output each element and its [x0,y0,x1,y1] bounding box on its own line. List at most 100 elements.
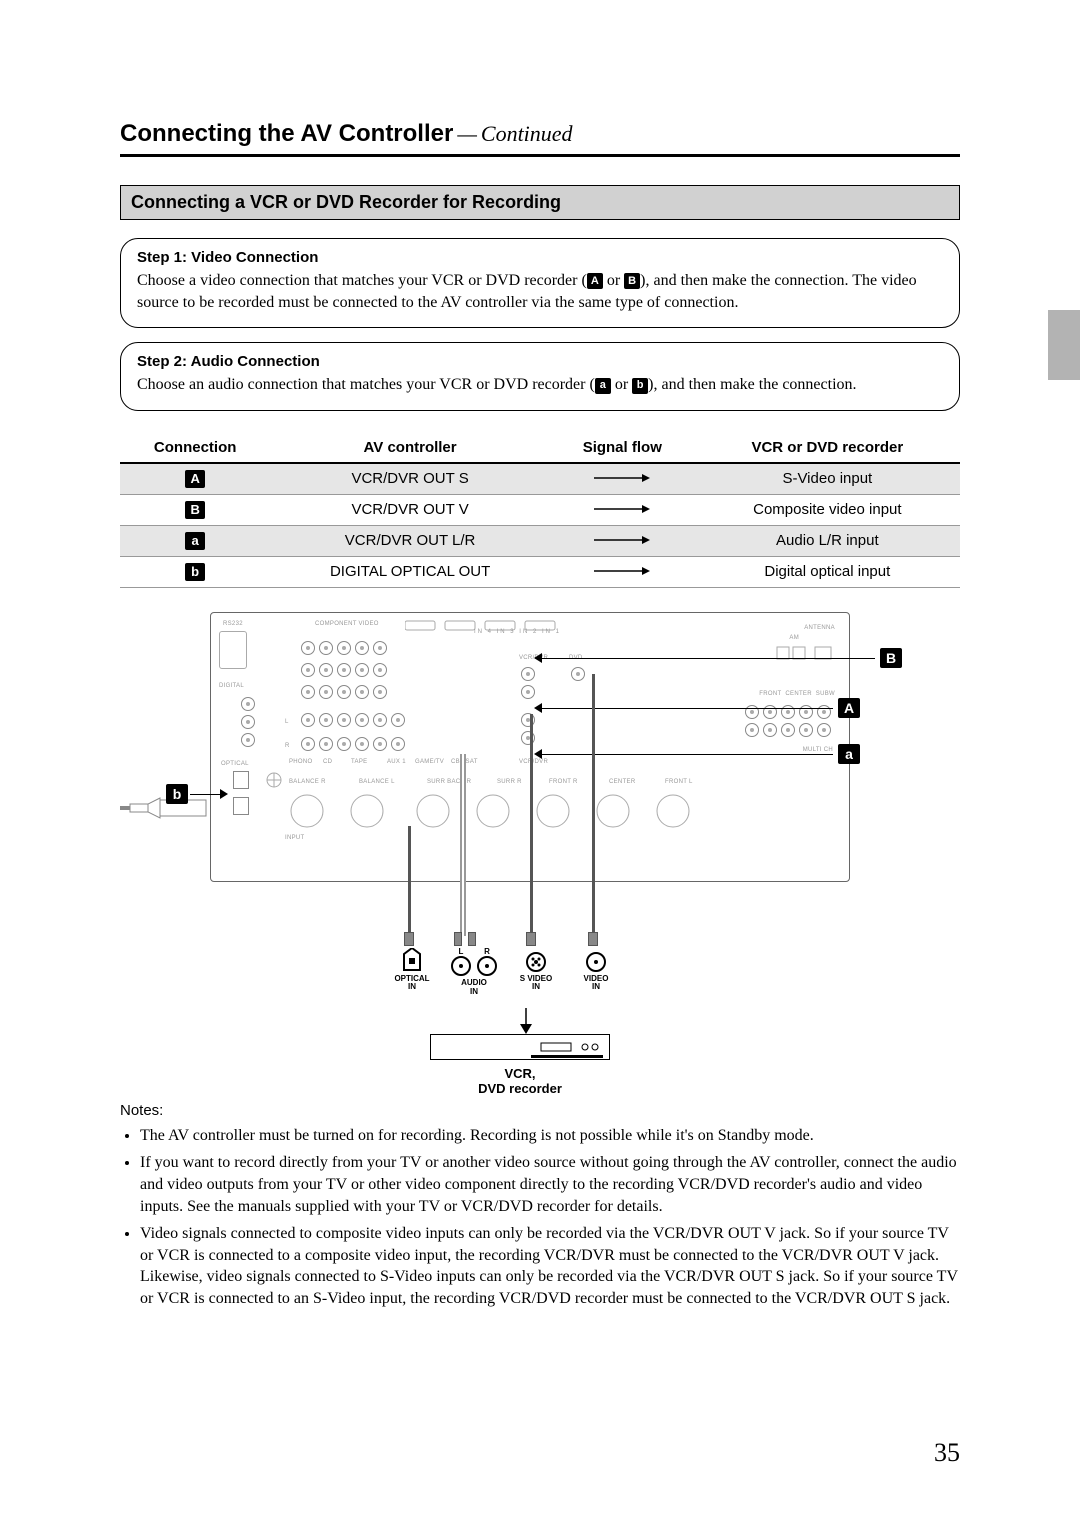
label-balance-r: BALANCE R [289,779,326,785]
label-video-in: VIDEO IN [576,975,616,992]
label-am: AM [789,635,799,641]
optical-in-icon [402,948,422,972]
label-digital: DIGITAL [219,683,244,689]
label-phono: PHONO [289,759,313,765]
step-2-heading: Step 2: Audio Connection [137,353,943,370]
antenna-ports [775,645,835,668]
badge-A-icon: A [587,273,603,289]
title-rule [120,154,960,157]
notes-list: The AV controller must be turned on for … [120,1125,960,1310]
vcrdvr-audio-jacks [519,711,537,747]
plug-video [588,932,598,946]
step2-pre: Choose an audio connection that matches … [137,376,595,393]
callout-A-icon: A [838,698,860,718]
label-rs232: RS232 [223,621,243,627]
step1-pre: Choose a video connection that matches y… [137,272,587,289]
row-badge: a [185,532,205,550]
label-input: INPUT [285,835,305,841]
row-rec: Composite video input [695,494,960,525]
component-row-1 [299,639,389,657]
col-connection: Connection [120,433,270,463]
label-antenna: ANTENNA [804,625,835,631]
label-vcrdvr-2: VCR/DVR [519,759,548,765]
plug-optical [404,932,414,946]
recorder-box [430,1034,610,1060]
label-optical-in: OPTICAL IN [390,975,434,992]
cable-svideo [530,714,533,936]
optical-jack [233,771,249,789]
table-header-row: Connection AV controller Signal flow VCR… [120,433,960,463]
row-avc: VCR/DVR OUT S [270,463,550,495]
list-item: Video signals connected to composite vid… [140,1223,960,1309]
video-in-icon [586,952,606,972]
label-L: L [451,948,471,956]
label-front-l: FRONT L [665,779,693,785]
badge-B-icon: B [624,273,640,289]
vcrdvr-jacks [519,665,537,701]
title-sep: — [457,121,477,147]
rs232-port [219,631,247,669]
page-number: 35 [934,1438,960,1468]
table-row: B VCR/DVR OUT V Composite video input [120,494,960,525]
list-item: The AV controller must be turned on for … [140,1125,960,1147]
ground-icon [265,771,283,794]
title-italic: Continued [481,121,573,147]
connection-diagram: RS232 COMPONENT VIDEO IN 4 IN 3 IN 2 IN … [120,604,930,1084]
label-center-2: CENTER [609,779,635,785]
signal-arrow-icon [550,556,695,587]
label-tape: TAPE [351,759,367,765]
component-row-2 [299,661,389,679]
badge-a-icon: a [595,378,611,394]
xlr-row [285,791,805,836]
label-L: L [285,719,289,725]
table-row: a VCR/DVR OUT L/R Audio L/R input [120,525,960,556]
label-R: R [285,743,290,749]
notes-heading: Notes: [120,1102,960,1119]
optical-out-jack [233,797,249,815]
component-row-3 [299,683,389,701]
step2-mid: or [611,376,632,393]
step1-mid: or [603,272,624,289]
callout-b-icon: b [166,784,188,804]
step2-post: ), and then make the connection. [648,376,856,393]
audio-in-R-icon [477,956,497,976]
plug-audio-l [454,932,462,946]
label-multi: MULTI CH [803,747,833,753]
svideo-in-icon [526,952,546,972]
row-badge: b [185,563,205,581]
audio-row-R [299,735,407,753]
step-1-box: Step 1: Video Connection Choose a video … [120,238,960,328]
label-surr-r: SURR R [497,779,522,785]
signal-arrow-icon [550,525,695,556]
label-hdmi-in: IN 4 IN 3 IN 2 IN 1 [474,629,561,635]
page-title: Connecting the AV Controller — Continued [120,120,960,148]
digital-jacks [239,695,257,749]
section-heading: Connecting a VCR or DVD Recorder for Rec… [120,185,960,220]
label-balance-l: BALANCE L [359,779,395,785]
row-rec: Audio L/R input [695,525,960,556]
cable-optical [408,826,411,936]
callout-a-icon: a [838,744,860,764]
cable-audio [460,754,466,936]
label-front-r: FRONT R [549,779,578,785]
col-avcontroller: AV controller [270,433,550,463]
label-cd: CD [323,759,332,765]
label-gametv: GAME/TV [415,759,444,765]
step-1-body: Choose a video connection that matches y… [137,270,943,313]
dvd-jacks [569,665,587,683]
cable-video [592,674,595,936]
row-avc: VCR/DVR OUT V [270,494,550,525]
label-R: R [477,948,497,956]
plug-audio-r [468,932,476,946]
label-component: COMPONENT VIDEO [315,621,379,627]
table-row: b DIGITAL OPTICAL OUT Digital optical in… [120,556,960,587]
col-signalflow: Signal flow [550,433,695,463]
optical-out-shape [120,794,210,822]
row-rec: S-Video input [695,463,960,495]
table-row: A VCR/DVR OUT S S-Video input [120,463,960,495]
row-badge: B [185,501,205,519]
audio-row-L [299,711,407,729]
col-recorder: VCR or DVD recorder [695,433,960,463]
step-1-heading: Step 1: Video Connection [137,249,943,266]
page-tab [1048,310,1080,380]
